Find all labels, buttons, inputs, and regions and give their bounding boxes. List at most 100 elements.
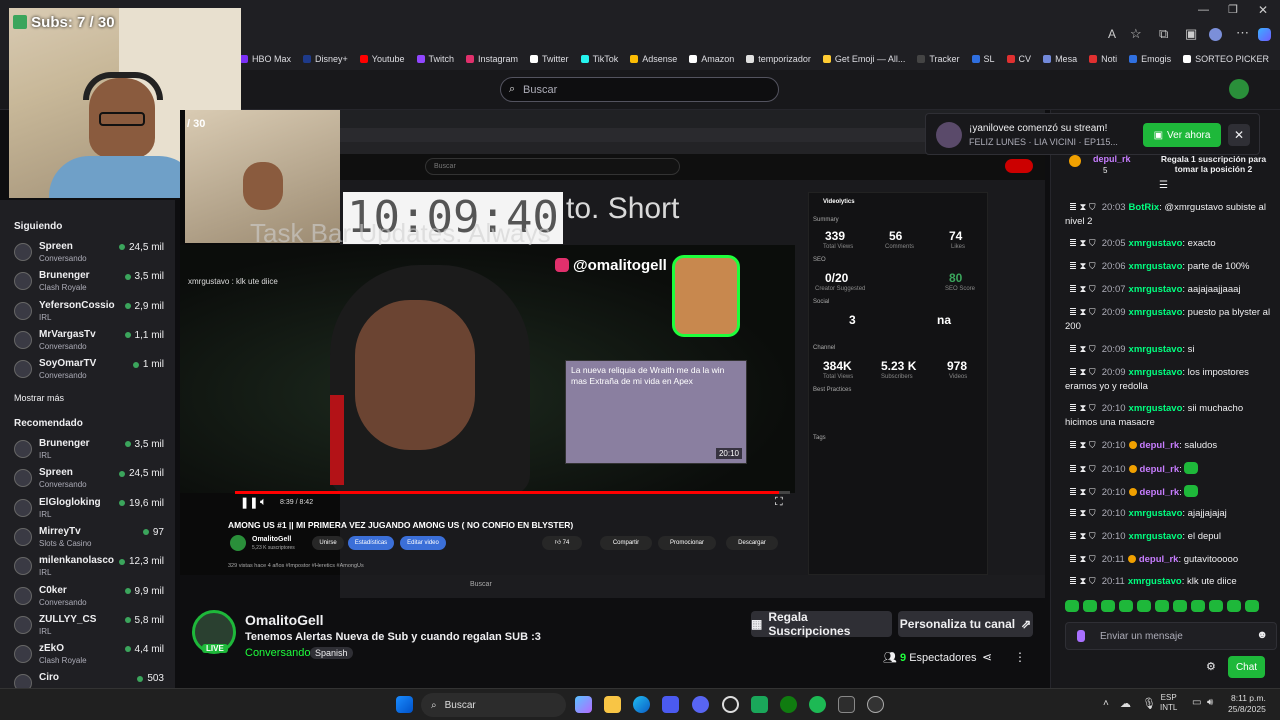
xbox-icon[interactable]	[780, 696, 797, 713]
emote-icon[interactable]	[1227, 600, 1241, 612]
streamer-name[interactable]: OmalitoGell	[245, 612, 324, 628]
bookmark-item[interactable]: SORTEO PICKER	[1183, 54, 1269, 64]
profile-avatar[interactable]	[1209, 28, 1222, 41]
stream-notification[interactable]: ¡yanilovee comenzó su stream! FELIZ LUNE…	[925, 113, 1260, 155]
read-aloud-icon[interactable]: A	[1108, 27, 1116, 41]
chat-settings-icon[interactable]: ⚙	[1206, 660, 1216, 673]
sidebar-channel[interactable]: zEkO Clash Royale 4,4 mil	[14, 642, 164, 670]
chatgpt-icon[interactable]	[867, 696, 884, 713]
fullscreen-icon[interactable]: ⛶	[775, 496, 783, 509]
file-explorer-icon[interactable]	[604, 696, 621, 713]
user-avatar[interactable]	[1229, 79, 1249, 99]
sidebar-channel[interactable]: MirreyTv Slots & Casino 97	[14, 525, 164, 553]
edge-icon[interactable]	[633, 696, 650, 713]
whatsapp-icon[interactable]	[751, 696, 768, 713]
capcut-icon[interactable]	[838, 696, 855, 713]
bookmark-item[interactable]: Noti	[1089, 54, 1117, 64]
sidebar-channel[interactable]: SoyOmarTV Conversando 1 mil	[14, 357, 164, 385]
close-window-icon[interactable]: ✕	[1258, 3, 1268, 17]
bookmark-item[interactable]: SL	[971, 54, 995, 64]
cloud-icon[interactable]: ☁	[1120, 697, 1131, 710]
emote-icon[interactable]	[1101, 600, 1115, 612]
sidebar-channel[interactable]: Brunenger Clash Royale 3,5 mil	[14, 269, 164, 297]
video-player[interactable]: Buscar / 30 10:09:40 to. Short Task Bar …	[180, 110, 1045, 575]
chat-input[interactable]: Enviar un mensaje ☻	[1065, 622, 1277, 650]
split-screen-icon[interactable]: ▣	[1185, 26, 1197, 42]
copilot-icon[interactable]	[1258, 28, 1271, 41]
bookmark-item[interactable]: TikTok	[580, 54, 618, 64]
favorite-star-icon[interactable]: ☆	[1130, 26, 1142, 42]
emote-icon[interactable]	[1245, 600, 1259, 612]
copilot-taskbar-icon[interactable]	[575, 696, 592, 713]
inner-progress-bar[interactable]	[235, 491, 790, 494]
more-options-icon[interactable]: ⋮	[1014, 650, 1026, 664]
search-input[interactable]: ⌕ Buscar	[500, 77, 779, 102]
network-icon[interactable]: ▭	[1192, 697, 1201, 708]
sidebar-channel[interactable]: ElGlogloking IRL 19,6 mil	[14, 496, 164, 524]
yt-download-button[interactable]: Descargar	[726, 536, 778, 550]
yt-promote-button[interactable]: Promocionar	[658, 536, 716, 550]
volume-tray-icon[interactable]: 🔊︎	[1207, 697, 1213, 708]
more-menu-icon[interactable]: ⋯	[1236, 25, 1249, 41]
stream-category[interactable]: Conversando	[245, 647, 310, 659]
emote-icon[interactable]	[1065, 600, 1079, 612]
spotify-icon[interactable]	[809, 696, 826, 713]
emote-icon[interactable]	[1209, 600, 1223, 612]
sidebar-channel[interactable]: YefersonCossio IRL 2,9 mil	[14, 299, 164, 327]
chat-send-button[interactable]: Chat	[1228, 656, 1265, 678]
suggested-video-card[interactable]: La nueva reliquia de Wraith me da la win…	[565, 360, 747, 464]
emote-picker-icon[interactable]: ☻	[1256, 629, 1268, 641]
bookmark-item[interactable]: Twitter	[530, 54, 569, 64]
show-more-link[interactable]: Mostrar más	[14, 393, 64, 403]
emote-icon[interactable]	[1173, 600, 1187, 612]
bookmark-item[interactable]: Disney+	[303, 54, 348, 64]
sidebar-channel[interactable]: MrVargasTv Conversando 1,1 mil	[14, 328, 164, 356]
sidebar-channel[interactable]: Brunenger IRL 3,5 mil	[14, 437, 164, 465]
store-icon[interactable]	[662, 696, 679, 713]
bookmark-item[interactable]: temporizador	[746, 54, 811, 64]
bookmark-item[interactable]: Instagram	[466, 54, 518, 64]
customize-channel-button[interactable]: Personaliza tu canal ⇗	[898, 611, 1033, 637]
discord-icon[interactable]	[692, 696, 709, 713]
sidebar-channel[interactable]: C0ker Conversando 9,9 mil	[14, 584, 164, 612]
bookmark-item[interactable]: Tracker	[917, 54, 960, 64]
bookmark-item[interactable]: Adsense	[630, 54, 677, 64]
sidebar-channel[interactable]: Spreen Conversando 24,5 mil	[14, 466, 164, 494]
language-indicator[interactable]: ESP INTL	[1160, 693, 1177, 713]
yt-join-button[interactable]: Unirse	[312, 536, 344, 550]
chat-filter-icon[interactable]: ☰	[1159, 180, 1168, 191]
yt-edit-button[interactable]: Editar video	[400, 536, 446, 550]
emote-icon[interactable]	[1137, 600, 1151, 612]
emote-icon[interactable]	[1083, 600, 1097, 612]
sidebar-channel[interactable]: ZULLYY_CS IRL 5,8 mil	[14, 613, 164, 641]
bookmark-item[interactable]: CV	[1006, 54, 1031, 64]
bookmark-item[interactable]: Amazon	[689, 54, 734, 64]
emote-icon[interactable]	[1191, 600, 1205, 612]
start-icon[interactable]	[396, 696, 413, 713]
share-icon[interactable]: ⋖	[982, 650, 992, 664]
bookmark-item[interactable]: Mesa	[1043, 54, 1077, 64]
extensions-icon[interactable]: ⧉	[1159, 26, 1168, 42]
close-notification-icon[interactable]: ✕	[1228, 124, 1250, 146]
emote-icon[interactable]	[1119, 600, 1133, 612]
yt-share-button[interactable]: Compartir	[600, 536, 652, 550]
bookmark-item[interactable]: HBO Max	[240, 54, 291, 64]
sidebar-channel[interactable]: milenkanolasco IRL 12,3 mil	[14, 554, 164, 582]
taskbar-search[interactable]: ⌕ Buscar	[421, 693, 566, 717]
bookmark-item[interactable]: Youtube	[359, 54, 405, 64]
tray-chevron-icon[interactable]: ˄	[1103, 698, 1109, 709]
gift-subs-button[interactable]: ▦ Regala Suscripciones	[751, 610, 892, 638]
maximize-icon[interactable]: ❐	[1228, 3, 1238, 16]
mic-icon[interactable]: 🎙︎	[1142, 697, 1156, 710]
bookmark-item[interactable]: Twitch	[416, 54, 454, 64]
yt-like-button[interactable]: 👍︎ 74	[542, 536, 582, 550]
minimize-icon[interactable]: —	[1198, 4, 1209, 16]
volume-icon[interactable]: 🔈︎	[260, 496, 267, 509]
bookmark-item[interactable]: Emogis	[1129, 54, 1171, 64]
bookmark-item[interactable]: Get Emoji — All...	[822, 54, 905, 64]
sidebar-channel[interactable]: Spreen Conversando 24,5 mil	[14, 240, 164, 268]
watch-now-button[interactable]: ▣ Ver ahora	[1143, 123, 1221, 147]
yt-stats-button[interactable]: Estadísticas	[348, 536, 394, 550]
obs-icon[interactable]	[722, 696, 739, 713]
clock[interactable]: 8:11 p.m. 25/8/2025	[1228, 693, 1266, 715]
